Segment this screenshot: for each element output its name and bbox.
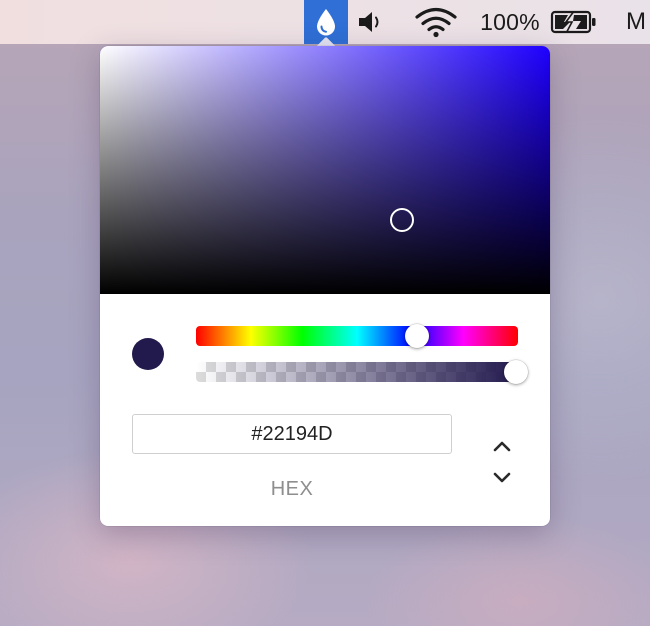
hex-value-input[interactable] bbox=[132, 414, 452, 454]
user-menu-item[interactable]: M bbox=[626, 0, 650, 44]
saturation-brightness-field[interactable] bbox=[100, 46, 550, 294]
user-initial: M bbox=[626, 8, 646, 35]
battery-menu-item[interactable] bbox=[548, 0, 600, 44]
volume-menu-item[interactable] bbox=[354, 0, 388, 44]
selected-color-swatch bbox=[132, 338, 164, 370]
saturation-cursor[interactable] bbox=[389, 207, 414, 232]
wifi-icon bbox=[415, 7, 457, 38]
opacity-slider[interactable] bbox=[196, 362, 518, 382]
hue-slider[interactable] bbox=[196, 326, 518, 346]
format-toggle-button[interactable] bbox=[486, 440, 518, 484]
color-format-label: HEX bbox=[270, 478, 314, 500]
wifi-menu-item[interactable] bbox=[412, 0, 460, 44]
speaker-icon bbox=[359, 12, 379, 32]
battery-percentage: 100% bbox=[480, 8, 540, 35]
color-picker-popover: HEX bbox=[100, 46, 550, 526]
droplet-icon bbox=[317, 9, 335, 36]
battery-charging-icon bbox=[550, 10, 596, 34]
chevron-down-icon bbox=[493, 472, 511, 483]
opacity-gradient bbox=[196, 362, 518, 382]
opacity-slider-knob[interactable] bbox=[504, 360, 528, 384]
chevron-up-icon bbox=[493, 441, 511, 452]
